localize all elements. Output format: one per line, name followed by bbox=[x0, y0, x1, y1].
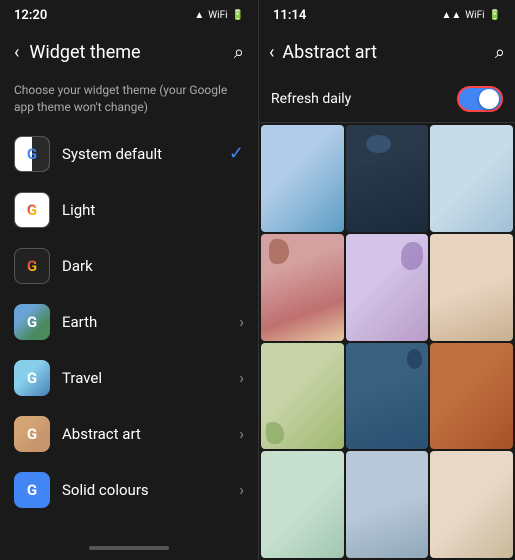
header-left: ‹ Widget theme ⌕ bbox=[0, 28, 258, 76]
theme-icon-solid-colours: G bbox=[14, 472, 50, 508]
grid-cell-8[interactable] bbox=[346, 343, 429, 450]
refresh-row: Refresh daily bbox=[259, 76, 515, 123]
signal-icon-right: ▲▲ bbox=[441, 10, 461, 21]
chevron-icon-travel: › bbox=[239, 368, 244, 387]
menu-label-light: Light bbox=[62, 201, 244, 219]
back-button-right[interactable]: ‹ bbox=[269, 42, 274, 63]
menu-label-travel: Travel bbox=[62, 369, 227, 387]
grid-cell-5[interactable] bbox=[346, 234, 429, 341]
g-logo-solid: G bbox=[27, 481, 37, 499]
menu-label-dark: Dark bbox=[62, 257, 244, 275]
left-panel: 12:20 ▲ WiFi 🔋 ‹ Widget theme ⌕ Choose y… bbox=[0, 0, 258, 560]
theme-icon-light: G bbox=[14, 192, 50, 228]
theme-icon-travel: G bbox=[14, 360, 50, 396]
g-logo-dark: G bbox=[27, 257, 37, 275]
chevron-icon-solid-colours: › bbox=[239, 480, 244, 499]
back-button-left[interactable]: ‹ bbox=[14, 42, 19, 63]
chevron-icon-abstract-art: › bbox=[239, 424, 244, 443]
signal-icon-left: ▲ bbox=[194, 10, 204, 21]
wifi-icon-right: WiFi bbox=[465, 10, 484, 21]
menu-label-solid-colours: Solid colours bbox=[62, 481, 227, 499]
search-icon-left[interactable]: ⌕ bbox=[234, 42, 244, 63]
bottom-bar-left bbox=[0, 536, 258, 560]
menu-item-earth[interactable]: G Earth › bbox=[0, 294, 258, 350]
page-title-right: Abstract art bbox=[282, 42, 487, 63]
grid-cell-2[interactable] bbox=[346, 125, 429, 232]
menu-label-abstract-art: Abstract art bbox=[62, 425, 227, 443]
grid-cell-6[interactable] bbox=[430, 234, 513, 341]
header-right: ‹ Abstract art ⌕ bbox=[259, 28, 515, 76]
theme-icon-dark: G bbox=[14, 248, 50, 284]
status-icons-right: ▲▲ WiFi 🔋 bbox=[441, 10, 501, 21]
menu-label-earth: Earth bbox=[62, 313, 227, 331]
grid-cell-10[interactable] bbox=[261, 451, 344, 558]
home-indicator bbox=[89, 546, 169, 550]
theme-icon-abstract-art: G bbox=[14, 416, 50, 452]
status-bar-right: 11:14 ▲▲ WiFi 🔋 bbox=[259, 0, 515, 28]
g-logo-system: G bbox=[27, 145, 37, 163]
grid-cell-7[interactable] bbox=[261, 343, 344, 450]
g-logo-light: G bbox=[27, 201, 37, 219]
chevron-icon-earth: › bbox=[239, 312, 244, 331]
menu-item-abstract-art[interactable]: G Abstract art › bbox=[0, 406, 258, 462]
menu-item-light[interactable]: G Light bbox=[0, 182, 258, 238]
menu-label-system-default: System default bbox=[62, 145, 217, 163]
status-bar-left: 12:20 ▲ WiFi 🔋 bbox=[0, 0, 258, 28]
g-logo-travel: G bbox=[27, 369, 37, 387]
refresh-daily-toggle[interactable] bbox=[457, 86, 503, 112]
theme-icon-system-default: G bbox=[14, 136, 50, 172]
battery-icon-right: 🔋 bbox=[489, 10, 501, 21]
grid-cell-9[interactable] bbox=[430, 343, 513, 450]
grid-cell-4[interactable] bbox=[261, 234, 344, 341]
theme-icon-earth: G bbox=[14, 304, 50, 340]
right-panel: 11:14 ▲▲ WiFi 🔋 ‹ Abstract art ⌕ Refresh… bbox=[258, 0, 515, 560]
menu-item-system-default[interactable]: G System default ✓ bbox=[0, 126, 258, 182]
page-title-left: Widget theme bbox=[29, 42, 224, 63]
status-time-left: 12:20 bbox=[14, 8, 47, 23]
menu-item-dark[interactable]: G Dark bbox=[0, 238, 258, 294]
g-logo-abstract: G bbox=[27, 425, 37, 443]
menu-item-solid-colours[interactable]: G Solid colours › bbox=[0, 462, 258, 518]
menu-item-travel[interactable]: G Travel › bbox=[0, 350, 258, 406]
subtitle-text: Choose your widget theme (your Google ap… bbox=[0, 76, 258, 126]
battery-icon-left: 🔋 bbox=[232, 10, 244, 21]
grid-cell-3[interactable] bbox=[430, 125, 513, 232]
wifi-icon-left: WiFi bbox=[208, 10, 227, 21]
refresh-label: Refresh daily bbox=[271, 91, 351, 107]
status-icons-left: ▲ WiFi 🔋 bbox=[194, 10, 244, 21]
search-icon-right[interactable]: ⌕ bbox=[495, 42, 505, 63]
grid-cell-12[interactable] bbox=[430, 451, 513, 558]
grid-cell-1[interactable] bbox=[261, 125, 344, 232]
grid-cell-11[interactable] bbox=[346, 451, 429, 558]
toggle-thumb bbox=[479, 89, 499, 109]
g-logo-earth: G bbox=[27, 313, 37, 331]
status-time-right: 11:14 bbox=[273, 8, 306, 23]
abstract-art-grid bbox=[259, 123, 515, 560]
check-icon-system-default: ✓ bbox=[229, 143, 244, 164]
